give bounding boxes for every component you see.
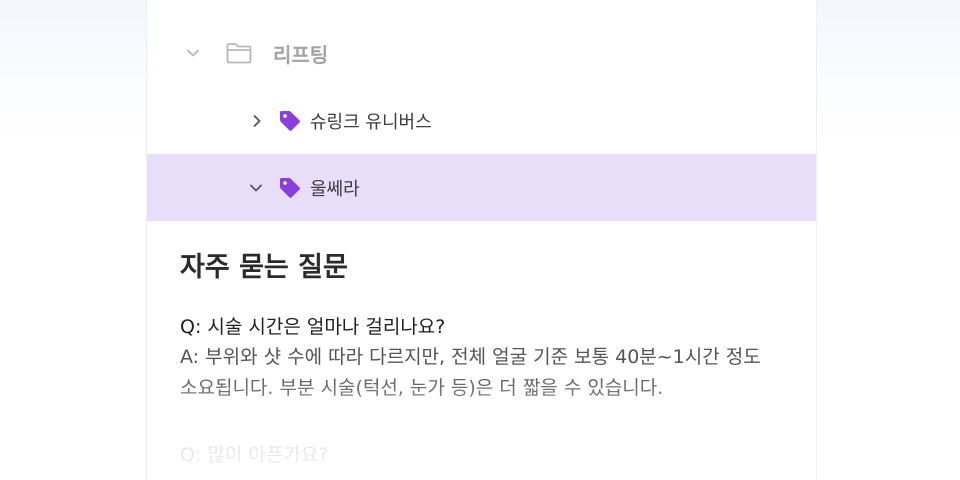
tag-icon [280,177,300,198]
tree-item-shrink-universe[interactable]: 슈링크 유니버스 [147,87,816,154]
faq-question: Q: 많이 아픈가요? [180,444,329,466]
tag-icon [280,110,300,131]
folder-label: 리프팅 [273,42,329,67]
folder-icon [226,43,252,64]
tree-folder-lifting[interactable]: 리프팅 [147,19,816,87]
tree-item-label: 슈링크 유니버스 [310,111,432,133]
faq-answer-line-2: 소요됩니다. 부분 시술(턱선, 눈가 등)은 더 짧을 수 있습니다. [180,377,664,399]
chevron-down-icon[interactable] [248,180,264,196]
faq-answer-line-1: A: 부위와 샷 수에 따라 다르지만, 전체 얼굴 기준 보통 40분~1시간… [180,346,761,368]
faq-title: 자주 묻는 질문 [180,252,348,283]
faq-section: 자주 묻는 질문 Q: 시술 시간은 얼마나 걸리나요? A: 부위와 샷 수에… [180,248,800,404]
faq-question: Q: 시술 시간은 얼마나 걸리나요? [180,316,446,338]
chevron-right-icon[interactable] [249,113,265,129]
chevron-down-icon[interactable] [185,45,201,61]
knowledge-panel: 리프팅 슈링크 유니버스 울쎄라 자주 묻는 질문 Q: 시술 시간은 얼마나 … [146,0,817,480]
tree-item-ulthera[interactable]: 울쎄라 [147,154,816,221]
tree-item-label: 울쎄라 [310,178,360,200]
